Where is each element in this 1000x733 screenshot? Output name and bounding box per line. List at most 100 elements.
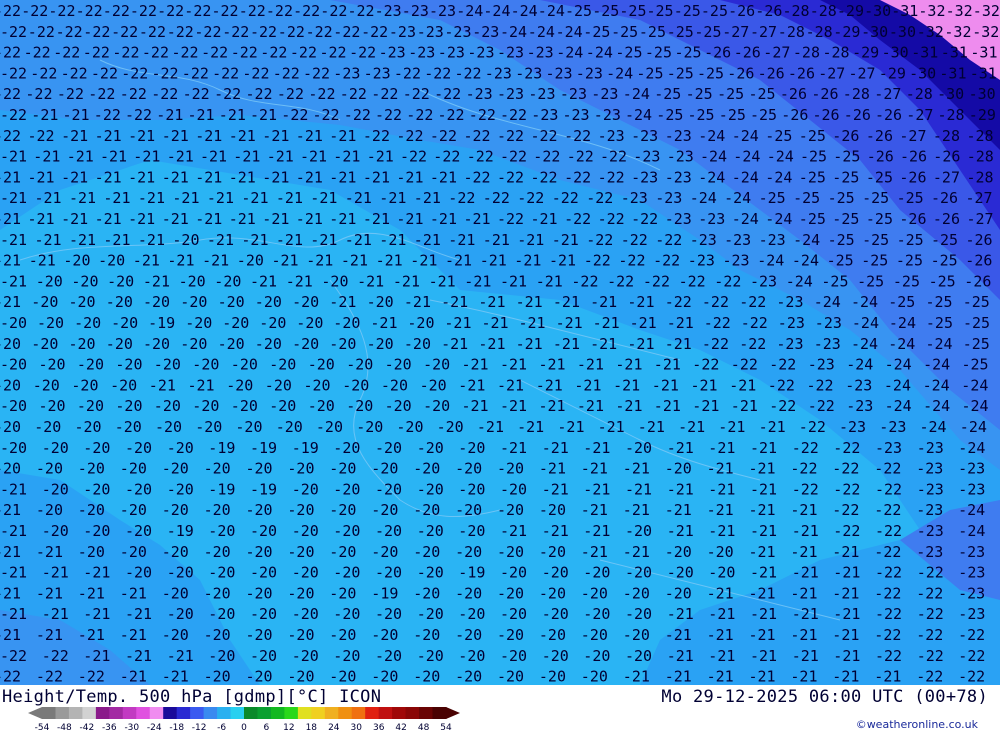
grid-temperature-label: -28 xyxy=(810,2,837,20)
grid-temperature-label: -20 xyxy=(665,543,692,561)
grid-temperature-label: -21 xyxy=(482,314,509,332)
grid-temperature-label: -20 xyxy=(250,522,277,540)
grid-temperature-label: -21 xyxy=(667,439,694,457)
grid-temperature-label: -22 xyxy=(293,2,320,20)
legend-swatch xyxy=(284,707,299,719)
grid-temperature-label: -25 xyxy=(694,23,721,41)
grid-temperature-label: -21 xyxy=(188,106,215,124)
grid-temperature-label: -20 xyxy=(125,564,152,582)
grid-temperature-label: -20 xyxy=(497,460,524,478)
legend-swatch xyxy=(270,707,285,719)
grid-temperature-label: -19 xyxy=(371,584,398,602)
credit-link[interactable]: ©weatheronline.co.uk xyxy=(856,718,978,731)
grid-temperature-label: -20 xyxy=(269,397,296,415)
grid-temperature-label: -23 xyxy=(917,522,944,540)
grid-temperature-label: -25 xyxy=(931,231,958,249)
grid-temperature-label: -20 xyxy=(115,356,142,374)
grid-temperature-label: -24 xyxy=(960,418,987,436)
legend-tick-label: -42 xyxy=(80,723,95,731)
grid-temperature-label: -25 xyxy=(929,272,956,290)
grid-temperature-label: -20 xyxy=(329,335,356,353)
grid-temperature-label: -21 xyxy=(678,418,705,436)
grid-temperature-label: -21 xyxy=(414,231,441,249)
grid-temperature-label: -23 xyxy=(528,85,555,103)
grid-temperature-label: -26 xyxy=(844,106,871,124)
grid-temperature-label: -21 xyxy=(430,168,457,186)
grid-temperature-label: -21 xyxy=(0,564,27,582)
grid-temperature-label: -25 xyxy=(636,64,663,82)
grid-temperature-label: -22 xyxy=(833,522,860,540)
grid-temperature-label: -26 xyxy=(727,64,754,82)
grid-temperature-label: -21 xyxy=(61,168,88,186)
grid-temperature-label: -21 xyxy=(665,668,692,685)
grid-temperature-label: -23 xyxy=(333,64,360,82)
grid-temperature-label: -23 xyxy=(527,44,554,62)
grid-temperature-label: -19 xyxy=(292,439,319,457)
grid-temperature-label: -22 xyxy=(618,252,645,270)
grid-temperature-label: -20 xyxy=(42,480,69,498)
grid-temperature-label: -22 xyxy=(36,668,63,685)
grid-temperature-label: -21 xyxy=(83,564,110,582)
grid-temperature-label: -21 xyxy=(750,605,777,623)
grid-temperature-label: -20 xyxy=(162,543,189,561)
grid-temperature-label: -20 xyxy=(346,356,373,374)
grid-temperature-label: -20 xyxy=(667,564,694,582)
grid-temperature-label: -20 xyxy=(218,335,245,353)
grid-temperature-label: -21 xyxy=(200,148,227,166)
grid-temperature-label: -21 xyxy=(103,189,130,207)
grid-temperature-label: -22 xyxy=(741,314,768,332)
grid-temperature-label: -26 xyxy=(755,2,782,20)
grid-temperature-label: -21 xyxy=(95,210,122,228)
grid-temperature-label: -20 xyxy=(375,605,402,623)
grid-temperature-label: -25 xyxy=(654,85,681,103)
grid-temperature-label: -23 xyxy=(429,2,456,20)
grid-temperature-label: -25 xyxy=(717,85,744,103)
grid-temperature-label: -21 xyxy=(195,168,222,186)
grid-temperature-label: -23 xyxy=(515,64,542,82)
grid-temperature-label: -20 xyxy=(287,543,314,561)
grid-temperature-label: -21 xyxy=(133,252,160,270)
grid-temperature-label: -21 xyxy=(78,584,105,602)
grid-temperature-label: -21 xyxy=(306,252,333,270)
grid-temperature-label: -22 xyxy=(739,335,766,353)
grid-temperature-label: -22 xyxy=(231,44,258,62)
grid-temperature-label: -20 xyxy=(413,460,440,478)
grid-temperature-label: -21 xyxy=(749,668,776,685)
grid-temperature-label: -21 xyxy=(667,480,694,498)
grid-temperature-label: -22 xyxy=(361,23,388,41)
grid-temperature-label: -26 xyxy=(867,148,894,166)
grid-temperature-label: -20 xyxy=(69,293,96,311)
grid-temperature-label: -20 xyxy=(115,418,142,436)
grid-temperature-label: -22 xyxy=(564,168,591,186)
grid-temperature-label: -21 xyxy=(441,335,468,353)
grid-temperature-label: -25 xyxy=(615,44,642,62)
grid-temperature-label: -20 xyxy=(0,376,21,394)
grid-temperature-label: -23 xyxy=(591,85,618,103)
grid-temperature-label: -21 xyxy=(833,564,860,582)
grid-temperature-label: -22 xyxy=(306,23,333,41)
grid-temperature-label: -22 xyxy=(497,168,524,186)
grid-temperature-label: -20 xyxy=(539,501,566,519)
grid-temperature-label: -21 xyxy=(35,189,62,207)
grid-temperature-label: -22 xyxy=(769,397,796,415)
grid-temperature-label: -22 xyxy=(808,397,835,415)
grid-temperature-label: -20 xyxy=(375,480,402,498)
grid-temperature-label: -20 xyxy=(167,439,194,457)
grid-temperature-label: -21 xyxy=(393,272,420,290)
grid-temperature-label: -22 xyxy=(152,64,179,82)
grid-temperature-label: -20 xyxy=(417,439,444,457)
grid-temperature-label: -20 xyxy=(367,293,394,311)
legend-tick-label: -24 xyxy=(147,723,162,731)
legend-swatch xyxy=(392,707,407,719)
grid-temperature-label: -20 xyxy=(162,626,189,644)
grid-temperature-label: -28 xyxy=(806,23,833,41)
grid-temperature-label: -21 xyxy=(143,272,170,290)
grid-temperature-label: -20 xyxy=(287,501,314,519)
grid-temperature-label: -20 xyxy=(413,584,440,602)
grid-temperature-label: -21 xyxy=(542,522,569,540)
legend-swatch xyxy=(365,707,380,719)
grid-temperature-label: -20 xyxy=(385,397,412,415)
grid-temperature-label: -21 xyxy=(516,293,543,311)
grid-temperature-label: -21 xyxy=(483,231,510,249)
legend-swatch xyxy=(109,707,124,719)
